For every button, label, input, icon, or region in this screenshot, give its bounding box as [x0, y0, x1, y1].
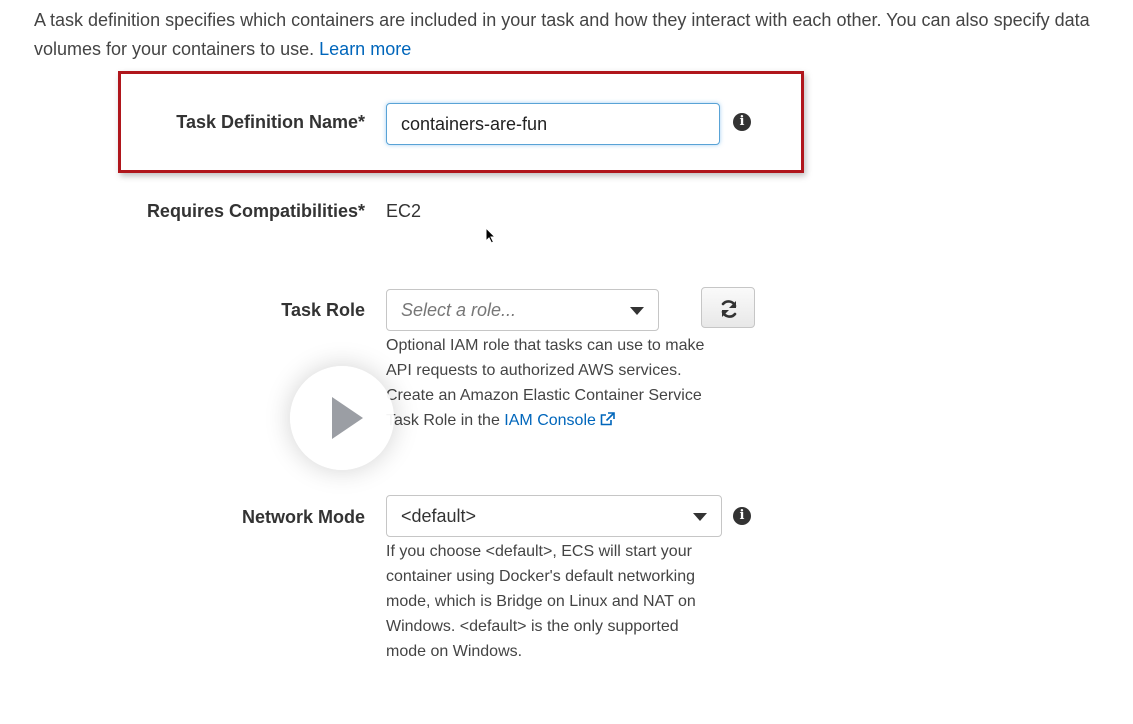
requires-compatibilities-label: Requires Compatibilities*	[146, 201, 365, 221]
intro-paragraph: A task definition specifies which contai…	[34, 6, 1114, 64]
refresh-roles-button[interactable]	[701, 287, 755, 328]
task-definition-name-input[interactable]	[386, 103, 720, 145]
network-mode-help: If you choose <default>, ECS will start …	[386, 543, 696, 660]
iam-console-link-label: IAM Console	[504, 412, 596, 429]
task-role-help: Optional IAM role that tasks can use to …	[386, 333, 726, 433]
intro-text: A task definition specifies which contai…	[34, 10, 1090, 59]
learn-more-link[interactable]: Learn more	[319, 39, 411, 59]
requires-compatibilities-value: EC2	[386, 201, 422, 221]
info-icon[interactable]: i	[733, 113, 751, 131]
network-mode-value: <default>	[401, 506, 477, 526]
video-play-button[interactable]	[290, 366, 394, 470]
mouse-cursor-icon	[485, 227, 497, 244]
info-icon[interactable]: i	[733, 507, 751, 525]
refresh-icon	[721, 300, 737, 318]
external-link-icon	[600, 412, 615, 426]
network-mode-select[interactable]: <default>	[386, 495, 722, 537]
iam-console-link[interactable]: IAM Console	[504, 412, 615, 429]
task-role-placeholder: Select a role...	[401, 300, 517, 320]
network-mode-label: Network Mode	[241, 507, 365, 527]
chevron-down-icon	[693, 513, 707, 521]
task-definition-name-label: Task Definition Name*	[176, 112, 365, 132]
task-role-select[interactable]: Select a role...	[386, 289, 659, 331]
chevron-down-icon	[630, 307, 644, 315]
play-icon	[332, 397, 363, 439]
task-role-label: Task Role	[281, 300, 365, 320]
